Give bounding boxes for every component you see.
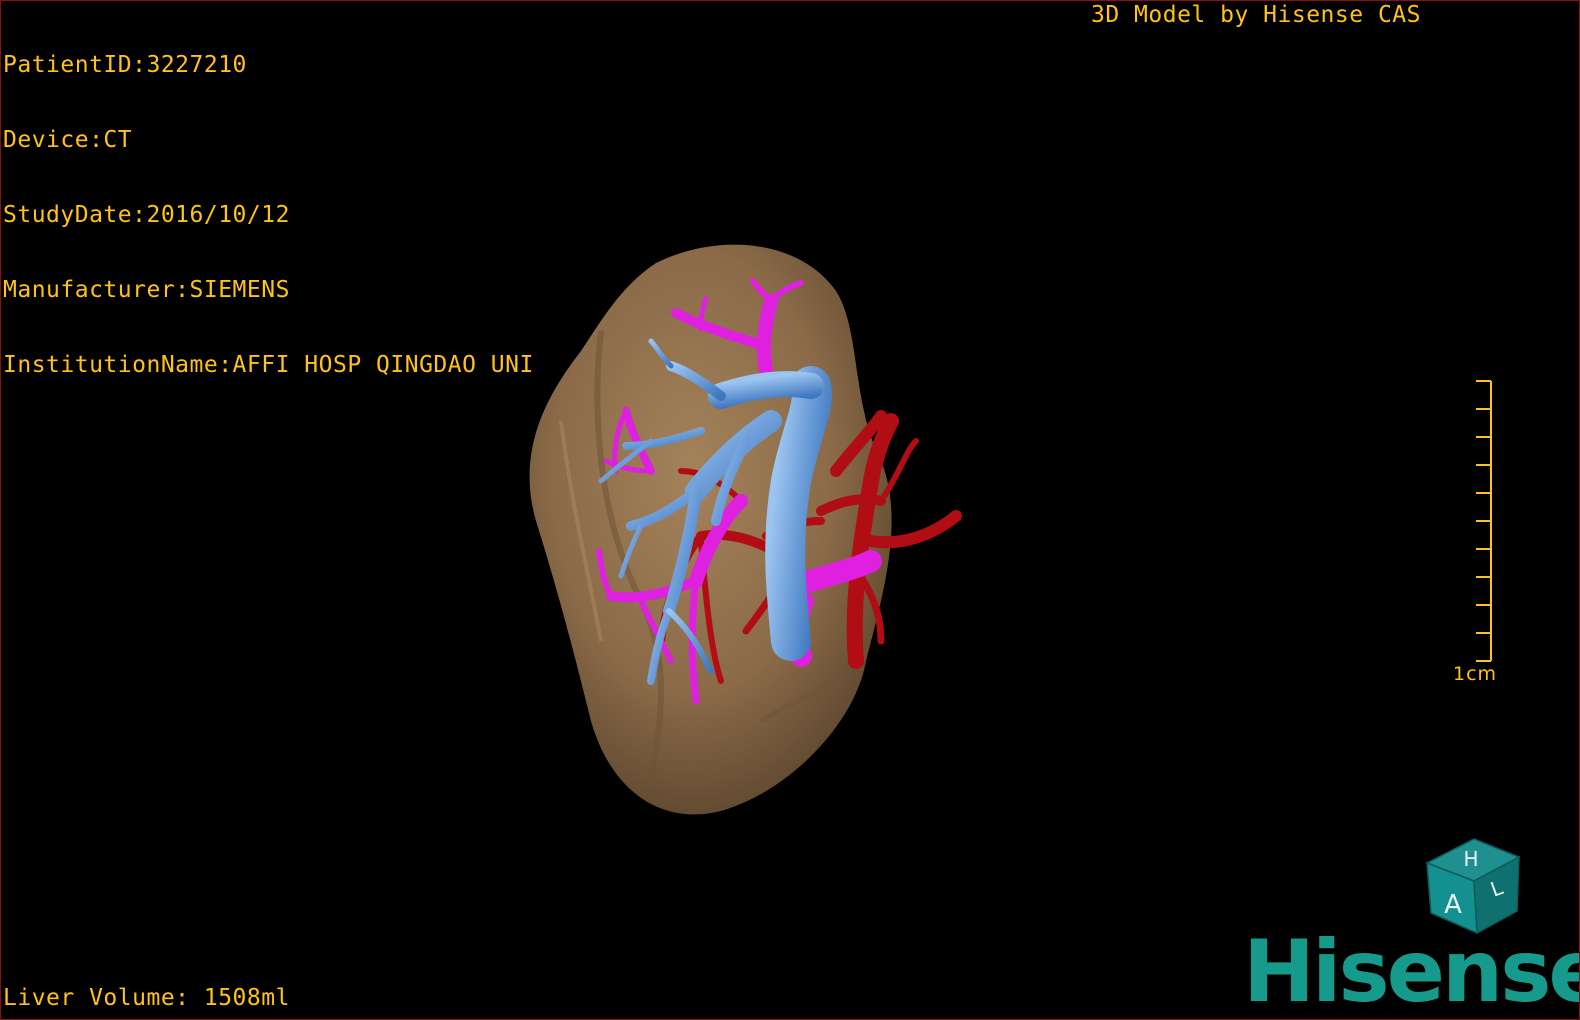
study-date: StudyDate:2016/10/12 (3, 202, 290, 228)
scale-bar-label: 1cm (1453, 663, 1498, 685)
manufacturer: Manufacturer:SIEMENS (3, 277, 290, 303)
liver-volume-readout: Liver Volume: 1508ml (3, 985, 290, 1011)
device: Device:CT (3, 127, 133, 153)
scale-bar (1476, 380, 1492, 662)
cube-front-label: A (1444, 890, 1462, 920)
hisense-logo: Hisense (1243, 922, 1580, 1020)
patient-id: PatientID:3227210 (3, 52, 247, 78)
dicom-info-panel: PatientID:3227210 Device:CT StudyDate:20… (3, 3, 534, 428)
model-credit: 3D Model by Hisense CAS (1091, 2, 1421, 28)
3d-viewport[interactable]: PatientID:3227210 Device:CT StudyDate:20… (0, 0, 1580, 1020)
institution-name: InstitutionName:AFFI HOSP QINGDAO UNI (3, 352, 534, 378)
cube-top-label: H (1463, 847, 1478, 871)
